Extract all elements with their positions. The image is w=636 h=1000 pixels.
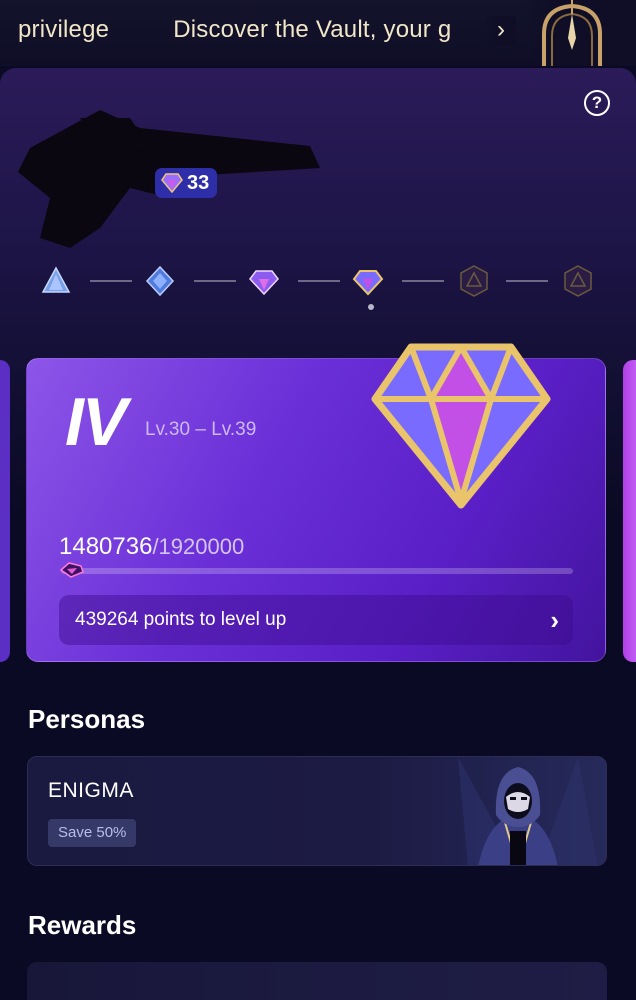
question-circle-icon[interactable]: ? [584,90,610,116]
diamond-gem-icon[interactable] [144,264,176,298]
vip-panel: ? 33 IV Lv.30 – Lv.39 1480736/1920000 43… [0,68,636,1000]
persona-card[interactable]: ENIGMA Save 50% [27,756,607,866]
rewards-card[interactable] [27,962,607,1000]
points-current: 1480736 [59,533,153,560]
gem-icon [161,173,183,193]
hooded-figure-icon [458,757,598,865]
chevron-right-icon: › [550,605,559,635]
tier-gem-icon [371,343,551,509]
level-card[interactable]: IV Lv.30 – Lv.39 1480736/1920000 439264 … [26,343,606,662]
chevron-right-icon[interactable]: › [486,16,516,46]
personas-heading: Personas [28,704,146,734]
points-total: /1920000 [152,534,245,559]
level-progress-bar [61,568,573,574]
banner-text-right: Discover the Vault, your g [173,16,452,43]
persona-name: ENIGMA [48,779,134,802]
points-readout: 1480736/1920000 [59,533,244,561]
locked-gem-icon[interactable] [562,264,594,298]
progress-gem-icon [59,562,84,578]
rewards-heading: Rewards [28,910,137,940]
triangle-gem-icon[interactable] [40,264,72,298]
level-up-text: 439264 points to level up [75,609,287,630]
next-tier-card[interactable] [623,360,636,662]
tier-numeral: IV [65,384,127,460]
level-up-row[interactable]: 439264 points to level up › [59,595,573,645]
promo-banner[interactable]: privilege Discover the Vault, your g › [0,0,636,66]
current-tier-indicator [368,304,374,310]
locked-gem-icon[interactable] [458,264,490,298]
pink-gem-icon[interactable] [248,264,280,298]
banner-marquee: privilege Discover the Vault, your g [18,16,451,44]
persona-discount-tag: Save 50% [48,819,137,847]
gold-gem-icon[interactable] [352,264,384,298]
previous-tier-card[interactable] [0,360,10,662]
banner-text-left: privilege [18,16,110,43]
gem-count: 33 [187,171,210,194]
tier-track [0,262,636,302]
vault-logo-icon [524,0,636,66]
level-range: Lv.30 – Lv.39 [145,419,257,440]
gem-count-badge: 33 [155,168,218,198]
